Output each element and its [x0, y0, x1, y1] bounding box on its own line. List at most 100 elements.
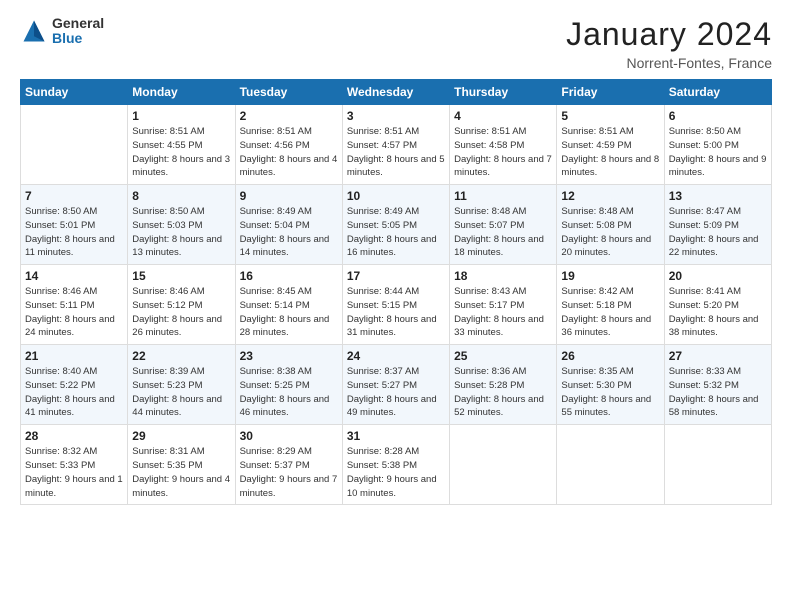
- day-cell: 21 Sunrise: 8:40 AMSunset: 5:22 PMDayligh…: [21, 345, 128, 425]
- day-cell: [450, 425, 557, 505]
- day-cell: 10 Sunrise: 8:49 AMSunset: 5:05 PMDayligh…: [342, 185, 449, 265]
- day-header-friday: Friday: [557, 80, 664, 105]
- calendar-table: SundayMondayTuesdayWednesdayThursdayFrid…: [20, 79, 772, 505]
- day-cell: 12 Sunrise: 8:48 AMSunset: 5:08 PMDayligh…: [557, 185, 664, 265]
- day-info: Sunrise: 8:46 AMSunset: 5:12 PMDaylight:…: [132, 285, 230, 340]
- day-number: 9: [240, 189, 338, 203]
- day-info: Sunrise: 8:33 AMSunset: 5:32 PMDaylight:…: [669, 365, 767, 420]
- day-cell: 24 Sunrise: 8:37 AMSunset: 5:27 PMDayligh…: [342, 345, 449, 425]
- day-info: Sunrise: 8:49 AMSunset: 5:04 PMDaylight:…: [240, 205, 338, 260]
- day-info: Sunrise: 8:38 AMSunset: 5:25 PMDaylight:…: [240, 365, 338, 420]
- day-cell: 17 Sunrise: 8:44 AMSunset: 5:15 PMDayligh…: [342, 265, 449, 345]
- day-info: Sunrise: 8:35 AMSunset: 5:30 PMDaylight:…: [561, 365, 659, 420]
- header: General Blue January 2024 Norrent-Fontes…: [20, 16, 772, 71]
- day-header-monday: Monday: [128, 80, 235, 105]
- day-header-tuesday: Tuesday: [235, 80, 342, 105]
- logo-icon: [20, 17, 48, 45]
- day-number: 5: [561, 109, 659, 123]
- day-info: Sunrise: 8:51 AMSunset: 4:56 PMDaylight:…: [240, 125, 338, 180]
- week-row-0: 1Sunrise: 8:51 AMSunset: 4:55 PMDaylight…: [21, 105, 772, 185]
- day-cell: 30 Sunrise: 8:29 AMSunset: 5:37 PMDayligh…: [235, 425, 342, 505]
- day-cell: 13Sunrise: 8:47 AMSunset: 5:09 PMDayligh…: [664, 185, 771, 265]
- day-cell: [557, 425, 664, 505]
- day-number: 10: [347, 189, 445, 203]
- day-info: Sunrise: 8:50 AMSunset: 5:01 PMDaylight:…: [25, 205, 123, 260]
- day-cell: 15 Sunrise: 8:46 AMSunset: 5:12 PMDayligh…: [128, 265, 235, 345]
- day-cell: 16Sunrise: 8:45 AMSunset: 5:14 PMDayligh…: [235, 265, 342, 345]
- day-number: 3: [347, 109, 445, 123]
- day-info: Sunrise: 8:50 AMSunset: 5:03 PMDaylight:…: [132, 205, 230, 260]
- day-number: 1: [132, 109, 230, 123]
- day-number: 8: [132, 189, 230, 203]
- day-info: Sunrise: 8:48 AMSunset: 5:07 PMDaylight:…: [454, 205, 552, 260]
- logo: General Blue: [20, 16, 104, 47]
- day-cell: 22Sunrise: 8:39 AMSunset: 5:23 PMDayligh…: [128, 345, 235, 425]
- day-number: 4: [454, 109, 552, 123]
- day-cell: 9 Sunrise: 8:49 AMSunset: 5:04 PMDaylight…: [235, 185, 342, 265]
- day-info: Sunrise: 8:44 AMSunset: 5:15 PMDaylight:…: [347, 285, 445, 340]
- day-info: Sunrise: 8:41 AMSunset: 5:20 PMDaylight:…: [669, 285, 767, 340]
- day-info: Sunrise: 8:46 AMSunset: 5:11 PMDaylight:…: [25, 285, 123, 340]
- day-number: 7: [25, 189, 123, 203]
- day-info: Sunrise: 8:43 AMSunset: 5:17 PMDaylight:…: [454, 285, 552, 340]
- day-cell: 20 Sunrise: 8:41 AMSunset: 5:20 PMDayligh…: [664, 265, 771, 345]
- day-cell: 25 Sunrise: 8:36 AMSunset: 5:28 PMDayligh…: [450, 345, 557, 425]
- day-cell: 28Sunrise: 8:32 AMSunset: 5:33 PMDayligh…: [21, 425, 128, 505]
- day-number: 25: [454, 349, 552, 363]
- day-number: 22: [132, 349, 230, 363]
- day-number: 28: [25, 429, 123, 443]
- day-number: 13: [669, 189, 767, 203]
- logo-general-label: General: [52, 16, 104, 31]
- day-info: Sunrise: 8:48 AMSunset: 5:08 PMDaylight:…: [561, 205, 659, 260]
- day-number: 20: [669, 269, 767, 283]
- day-number: 11: [454, 189, 552, 203]
- day-number: 6: [669, 109, 767, 123]
- day-cell: 27 Sunrise: 8:33 AMSunset: 5:32 PMDayligh…: [664, 345, 771, 425]
- day-info: Sunrise: 8:42 AMSunset: 5:18 PMDaylight:…: [561, 285, 659, 340]
- month-title: January 2024: [566, 16, 772, 53]
- logo-text: General Blue: [52, 16, 104, 47]
- day-cell: 18 Sunrise: 8:43 AMSunset: 5:17 PMDayligh…: [450, 265, 557, 345]
- day-number: 15: [132, 269, 230, 283]
- day-number: 12: [561, 189, 659, 203]
- day-cell: 6 Sunrise: 8:50 AMSunset: 5:00 PMDaylight…: [664, 105, 771, 185]
- day-cell: 14Sunrise: 8:46 AMSunset: 5:11 PMDayligh…: [21, 265, 128, 345]
- day-number: 30: [240, 429, 338, 443]
- day-info: Sunrise: 8:50 AMSunset: 5:00 PMDaylight:…: [669, 125, 767, 180]
- day-cell: 7 Sunrise: 8:50 AMSunset: 5:01 PMDaylight…: [21, 185, 128, 265]
- day-number: 21: [25, 349, 123, 363]
- title-block: January 2024 Norrent-Fontes, France: [566, 16, 772, 71]
- day-header-saturday: Saturday: [664, 80, 771, 105]
- day-info: Sunrise: 8:51 AMSunset: 4:58 PMDaylight:…: [454, 125, 552, 180]
- day-number: 16: [240, 269, 338, 283]
- day-cell: 5 Sunrise: 8:51 AMSunset: 4:59 PMDaylight…: [557, 105, 664, 185]
- day-info: Sunrise: 8:51 AMSunset: 4:57 PMDaylight:…: [347, 125, 445, 180]
- day-cell: 2 Sunrise: 8:51 AMSunset: 4:56 PMDaylight…: [235, 105, 342, 185]
- week-row-4: 28Sunrise: 8:32 AMSunset: 5:33 PMDayligh…: [21, 425, 772, 505]
- day-cell: [664, 425, 771, 505]
- day-info: Sunrise: 8:37 AMSunset: 5:27 PMDaylight:…: [347, 365, 445, 420]
- day-info: Sunrise: 8:40 AMSunset: 5:22 PMDaylight:…: [25, 365, 123, 420]
- day-cell: 19 Sunrise: 8:42 AMSunset: 5:18 PMDayligh…: [557, 265, 664, 345]
- day-cell: 29Sunrise: 8:31 AMSunset: 5:35 PMDayligh…: [128, 425, 235, 505]
- day-info: Sunrise: 8:31 AMSunset: 5:35 PMDaylight:…: [132, 445, 230, 500]
- day-info: Sunrise: 8:49 AMSunset: 5:05 PMDaylight:…: [347, 205, 445, 260]
- day-number: 24: [347, 349, 445, 363]
- day-info: Sunrise: 8:51 AMSunset: 4:59 PMDaylight:…: [561, 125, 659, 180]
- day-cell: 3 Sunrise: 8:51 AMSunset: 4:57 PMDaylight…: [342, 105, 449, 185]
- day-info: Sunrise: 8:29 AMSunset: 5:37 PMDaylight:…: [240, 445, 338, 500]
- day-header-wednesday: Wednesday: [342, 80, 449, 105]
- day-number: 19: [561, 269, 659, 283]
- day-number: 2: [240, 109, 338, 123]
- day-info: Sunrise: 8:28 AMSunset: 5:38 PMDaylight:…: [347, 445, 445, 500]
- day-number: 27: [669, 349, 767, 363]
- header-row: SundayMondayTuesdayWednesdayThursdayFrid…: [21, 80, 772, 105]
- location-title: Norrent-Fontes, France: [566, 55, 772, 71]
- week-row-1: 7 Sunrise: 8:50 AMSunset: 5:01 PMDaylight…: [21, 185, 772, 265]
- day-cell: 31 Sunrise: 8:28 AMSunset: 5:38 PMDayligh…: [342, 425, 449, 505]
- day-number: 17: [347, 269, 445, 283]
- day-number: 31: [347, 429, 445, 443]
- day-info: Sunrise: 8:36 AMSunset: 5:28 PMDaylight:…: [454, 365, 552, 420]
- day-cell: 26Sunrise: 8:35 AMSunset: 5:30 PMDayligh…: [557, 345, 664, 425]
- day-number: 18: [454, 269, 552, 283]
